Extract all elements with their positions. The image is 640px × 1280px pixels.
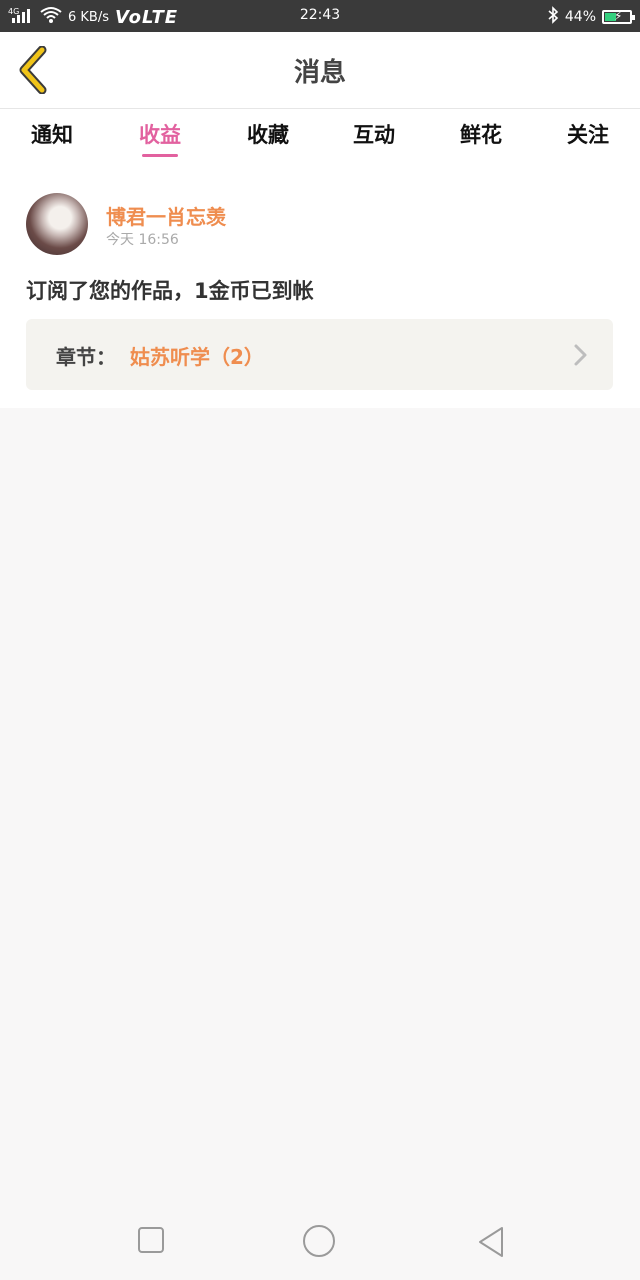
chevron-right-icon bbox=[574, 344, 587, 366]
tab-notifications[interactable]: 通知 bbox=[12, 119, 92, 149]
tab-earnings[interactable]: 收益 bbox=[120, 119, 200, 157]
tab-label: 互动 bbox=[353, 123, 395, 147]
recent-apps-button[interactable] bbox=[137, 1226, 165, 1258]
tab-label: 鲜花 bbox=[460, 123, 502, 147]
tab-label: 关注 bbox=[567, 123, 609, 147]
message-text: 订阅了您的作品，1金币已到帐 bbox=[26, 279, 314, 303]
status-bar: 4G 6 KB/s VoLTE 22:43 44% ⚡ bbox=[0, 0, 640, 32]
page-title: 消息 bbox=[293, 58, 346, 88]
battery-percent: 44% bbox=[564, 9, 596, 25]
bluetooth-icon bbox=[547, 6, 559, 28]
triangle-back-icon bbox=[479, 1227, 503, 1257]
header: 消息 bbox=[0, 32, 640, 109]
battery-icon: ⚡ bbox=[602, 9, 635, 24]
circle-icon bbox=[303, 1225, 335, 1257]
tab-favorites[interactable]: 收藏 bbox=[228, 119, 308, 149]
chapter-link[interactable]: 章节： 姑苏听学（2） bbox=[26, 319, 613, 390]
chapter-name: 姑苏听学（2） bbox=[130, 345, 264, 369]
tab-following[interactable]: 关注 bbox=[548, 119, 628, 149]
tab-bar: 通知 收益 收藏 互动 鲜花 关注 bbox=[0, 109, 640, 171]
message-card: 博君一肖忘羡 今天 16:56 订阅了您的作品，1金币已到帐 章节： 姑苏听学（… bbox=[0, 171, 640, 408]
square-icon bbox=[138, 1227, 164, 1253]
active-tab-indicator bbox=[142, 154, 178, 157]
system-nav-bar bbox=[0, 1208, 640, 1280]
tab-label: 收益 bbox=[139, 123, 181, 147]
avatar[interactable] bbox=[26, 193, 88, 255]
username[interactable]: 博君一肖忘羡 bbox=[106, 201, 226, 230]
home-button[interactable] bbox=[302, 1224, 336, 1262]
message-time: 今天 16:56 bbox=[106, 232, 179, 248]
chapter-label: 章节： bbox=[56, 345, 116, 369]
clock: 22:43 bbox=[299, 7, 341, 23]
tab-flowers[interactable]: 鲜花 bbox=[441, 119, 521, 149]
tab-interactions[interactable]: 互动 bbox=[334, 119, 414, 149]
tab-label: 收藏 bbox=[247, 123, 289, 147]
tab-label: 通知 bbox=[31, 123, 73, 147]
back-nav-button[interactable] bbox=[476, 1226, 506, 1262]
